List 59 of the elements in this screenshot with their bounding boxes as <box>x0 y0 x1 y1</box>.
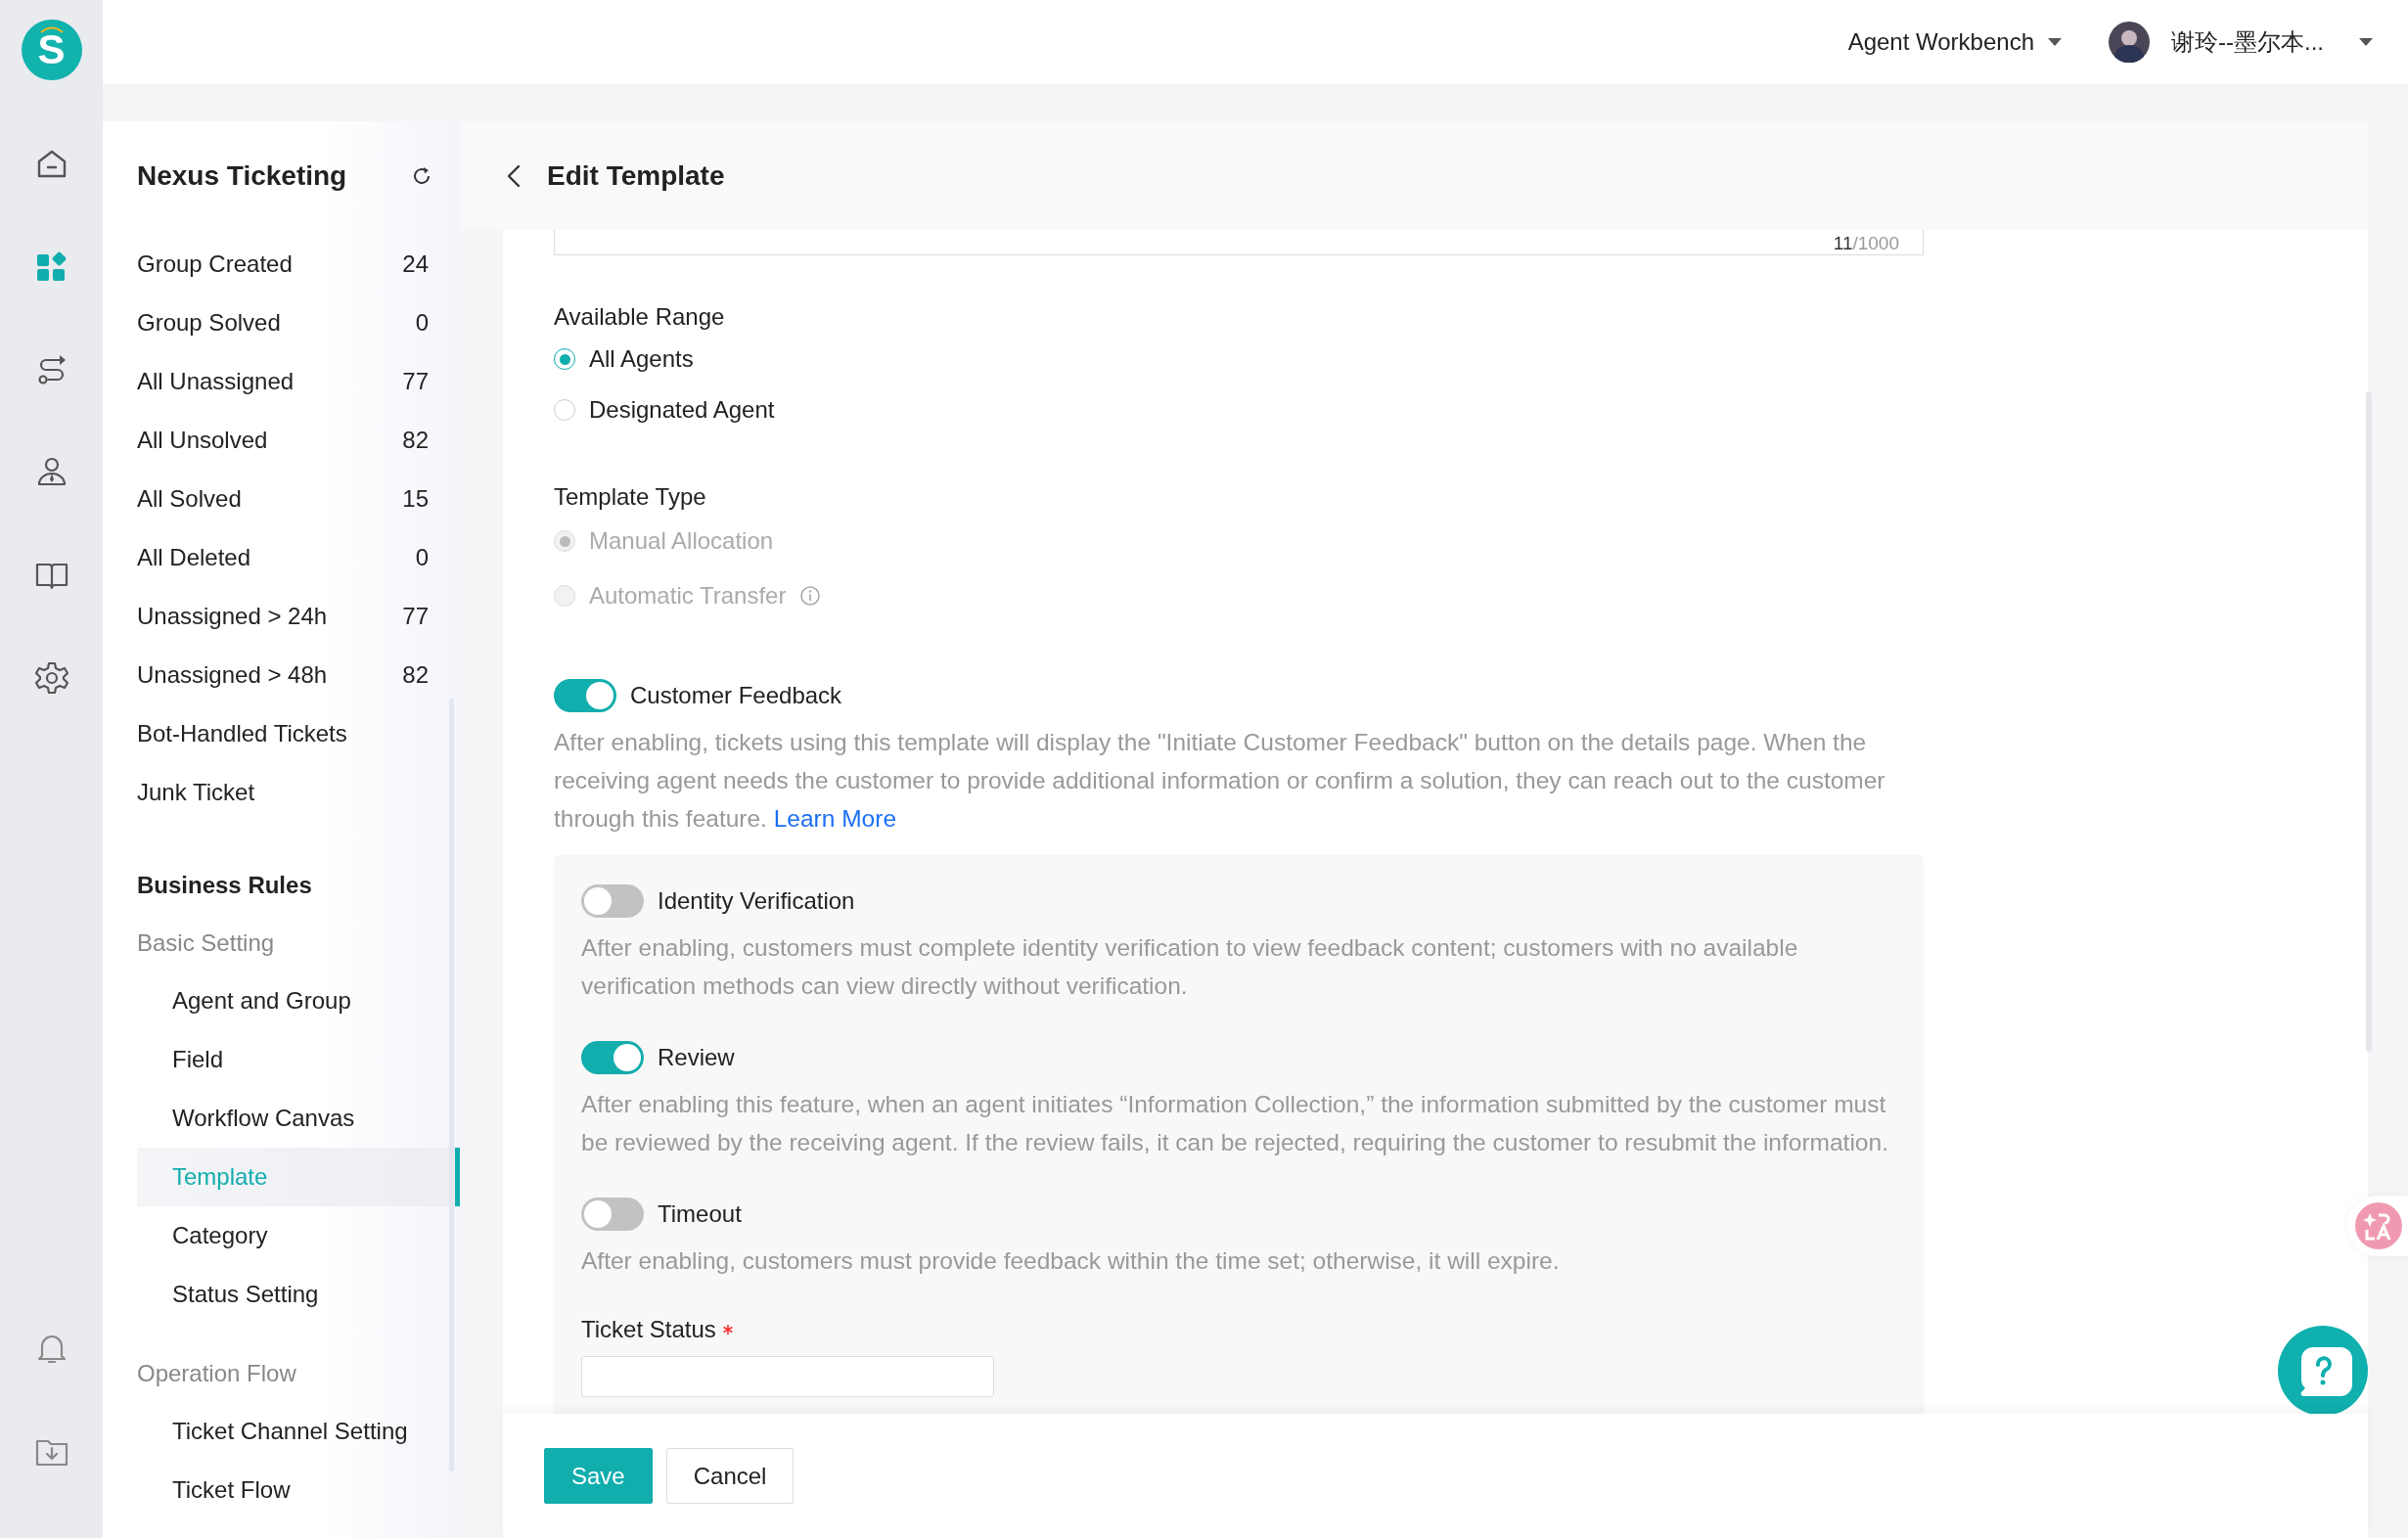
view-item[interactable]: Group Created 24 <box>103 235 460 294</box>
view-item[interactable]: Unassigned > 48h 82 <box>103 646 460 704</box>
description-text: After enabling, customers must provide feedback within the time set; otherwise, it will expire. <box>581 1246 1561 1276</box>
view-item[interactable]: Junk Ticket <box>103 763 460 822</box>
workspace-menu[interactable]: Agent Workbench <box>1847 28 2034 56</box>
field-label: Template Type <box>554 482 707 512</box>
cancel-button[interactable]: Cancel <box>665 1448 795 1504</box>
nav-item[interactable]: Field <box>137 1030 460 1089</box>
scrollbar-thumb[interactable] <box>2366 391 2372 1052</box>
counter-value: 11 <box>1833 233 1853 254</box>
toggle-switch[interactable] <box>581 1198 644 1231</box>
nav-item[interactable]: Agent and Group <box>137 972 460 1030</box>
toggle-switch[interactable] <box>581 884 644 918</box>
scrollbar-thumb[interactable] <box>449 699 454 1471</box>
view-item[interactable]: All Unsolved 82 <box>103 411 460 470</box>
translate-icon[interactable] <box>2355 1202 2402 1249</box>
view-item[interactable]: Unassigned > 24h 77 <box>103 587 460 646</box>
radio-label: Designated Agent <box>589 396 775 424</box>
field-label: Ticket Status <box>581 1316 716 1343</box>
nav-item[interactable]: Workflow Canvas <box>137 1089 460 1148</box>
toggle-switch[interactable] <box>581 1041 644 1074</box>
learn-more-link[interactable]: Learn More <box>773 805 897 832</box>
group-title[interactable]: Operation Flow <box>103 1345 460 1402</box>
view-item[interactable]: Group Solved 0 <box>103 294 460 352</box>
refresh-icon[interactable] <box>411 165 432 187</box>
field-label: Available Range <box>554 302 726 332</box>
settings-icon[interactable] <box>33 660 69 696</box>
radio-label: Manual Allocation <box>589 527 774 555</box>
radio-label: All Agents <box>589 345 694 373</box>
toggle-label: Review <box>658 1044 735 1071</box>
avatar-icon[interactable] <box>2109 22 2150 63</box>
toggle-label: Customer Feedback <box>630 682 842 709</box>
nav-item[interactable]: Ticket Flow <box>137 1461 460 1519</box>
description-text: After enabling, tickets using this template will display the "Initiate Customer Feedback" button on the details page. When the receiving agent needs the customer to provide additional information or confirm a solution, they can reach out to the customer through this feature. Learn More <box>554 728 1886 834</box>
user-name[interactable]: 谢玲--墨尔本... <box>2171 26 2324 58</box>
toggle-label: Identity Verification <box>658 887 855 915</box>
radio-label: Automatic Transfer <box>589 582 787 610</box>
view-item[interactable]: All Unassigned 77 <box>103 352 460 411</box>
help-icon[interactable] <box>2278 1326 2368 1416</box>
page-title: Edit Template <box>547 159 725 192</box>
toggle-label: Timeout <box>658 1200 742 1228</box>
radio-button[interactable] <box>554 399 575 421</box>
description-text: After enabling this feature, when an agent initiates “Information Collection,” the information submitted by the customer must be reviewed by the receiving agent. If the review fails, it can be rejected, requiring the customer to resubmit the information. <box>581 1090 1889 1157</box>
section-title: Business Rules <box>137 871 313 900</box>
caret-icon[interactable] <box>2359 38 2373 46</box>
radio-button[interactable] <box>554 348 575 370</box>
description-field[interactable]: 11/1000 <box>554 230 1924 255</box>
description-text: After enabling, customers must complete identity verification to view feedback content; customers with no available verification methods can view directly without verification. <box>581 933 1799 1001</box>
nav-item[interactable]: Category <box>137 1206 460 1265</box>
sidebar-title: Nexus Ticketing <box>137 160 347 192</box>
view-item[interactable]: All Solved 15 <box>103 470 460 528</box>
nav-item[interactable]: Ticket Channel Setting <box>137 1402 460 1461</box>
caret-icon[interactable] <box>2048 38 2062 46</box>
toggle-switch[interactable] <box>554 679 616 712</box>
counter-limit: /1000 <box>1852 233 1899 254</box>
view-item[interactable]: Bot-Handled Tickets <box>103 704 460 763</box>
group-title[interactable]: Basic Setting <box>103 915 460 972</box>
view-item[interactable]: All Deleted 0 <box>103 528 460 587</box>
nav-item[interactable]: Status Setting <box>137 1265 460 1324</box>
